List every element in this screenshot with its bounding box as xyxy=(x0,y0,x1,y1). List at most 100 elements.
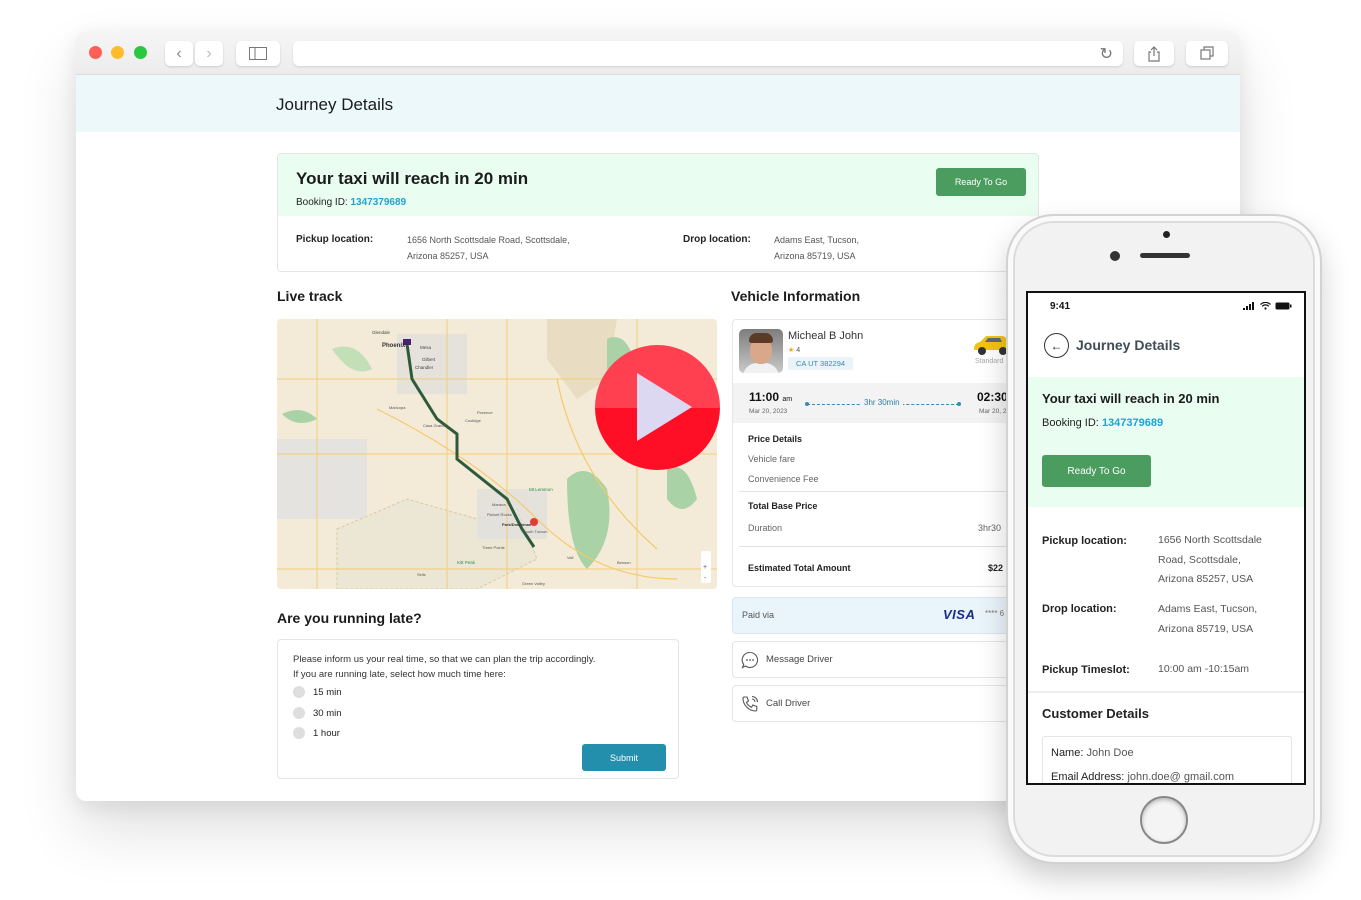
phone-mockup: 9:41 ← Journey Details Your taxi will re… xyxy=(1006,214,1322,864)
booking-label: Booking ID: xyxy=(1042,417,1099,429)
close-window-button[interactable] xyxy=(89,46,102,59)
map-label: Phoenix xyxy=(382,343,406,349)
back-button[interactable]: ‹ xyxy=(165,41,193,66)
pickup-line-1: 1656 North Scottsdale Road, Scottsdale, xyxy=(407,235,570,245)
play-video-button[interactable] xyxy=(595,345,720,470)
arrow-left-icon: ← xyxy=(1050,338,1063,353)
visa-logo-icon: VISA xyxy=(943,607,976,622)
pickup-line-2: Arizona 85257, USA xyxy=(407,251,489,261)
ready-to-go-button[interactable]: Ready To Go xyxy=(936,168,1026,196)
estimated-total-value: $22 xyxy=(988,563,1004,573)
map-label: Mesa xyxy=(420,345,432,350)
radio-button[interactable] xyxy=(293,686,305,698)
map-label: Marana xyxy=(492,502,506,507)
mobile-pickup-value: 1656 North Scottsdale Road, Scottsdale, … xyxy=(1158,531,1262,590)
stage: ‹ › ↻ Journey Details Your taxi will rea… xyxy=(0,0,1361,900)
page-header: Journey Details xyxy=(76,75,1240,132)
eta-heading: Your taxi will reach in 20 min xyxy=(296,169,529,188)
late-option-15-min[interactable]: 15 min xyxy=(293,686,342,698)
booking-id: 1347379689 xyxy=(1101,417,1164,429)
divider xyxy=(739,546,1029,547)
booking-label: Booking ID: xyxy=(296,197,348,208)
paid-via-label: Paid via xyxy=(742,610,775,620)
mobile-status-banner: Your taxi will reach in 20 min Booking I… xyxy=(1028,377,1304,507)
status-card: Your taxi will reach in 20 min Booking I… xyxy=(277,153,1039,272)
sidebar-icon xyxy=(249,47,267,60)
map-label: Kitt Peak xyxy=(457,560,476,565)
share-icon xyxy=(1148,45,1160,62)
avatar-shirt xyxy=(743,363,779,373)
call-driver-button[interactable]: Call Driver xyxy=(732,685,1032,722)
booking-info: Booking ID: 1347379689 xyxy=(296,197,406,208)
tabs-overview-button[interactable] xyxy=(1186,41,1228,66)
license-plate: CA UT 382294 xyxy=(788,357,854,370)
vehicle-fare-label: Vehicle fare xyxy=(748,454,796,464)
start-time-value: 11:00 xyxy=(749,390,780,404)
message-driver-button[interactable]: Message Driver xyxy=(732,641,1032,678)
pickup-line-3: Arizona 85257, USA xyxy=(1158,573,1254,585)
duration-label: Duration xyxy=(748,523,783,533)
tabs-icon xyxy=(1199,46,1214,60)
mobile-ready-to-go-button[interactable]: Ready To Go xyxy=(1042,455,1151,487)
vehicle-type: Standard xyxy=(975,358,1004,365)
address-bar[interactable]: ↻ xyxy=(293,41,1123,66)
divider xyxy=(1028,691,1304,693)
payment-method: Paid via VISA **** 6 xyxy=(732,597,1032,634)
driver-avatar xyxy=(739,329,783,373)
mobile-pickup-label: Pickup location: xyxy=(1042,535,1127,547)
map-label: Vail xyxy=(567,555,573,560)
map-label: Mt Lemmon xyxy=(529,487,553,492)
play-icon xyxy=(637,373,692,441)
reload-icon[interactable]: ↻ xyxy=(1100,44,1113,64)
maximize-window-button[interactable] xyxy=(134,46,147,59)
phone-camera xyxy=(1110,251,1120,261)
sidebar-toggle-button[interactable] xyxy=(236,41,280,66)
radio-button[interactable] xyxy=(293,707,305,719)
chevron-right-icon: › xyxy=(206,44,212,62)
late-option-30-min[interactable]: 30 min xyxy=(293,707,342,719)
map-label: Three Points xyxy=(482,545,505,550)
share-button[interactable] xyxy=(1134,41,1174,66)
drop-value: Adams East, Tucson, Arizona 85719, USA xyxy=(774,232,859,264)
drop-line-1: Adams East, Tucson, xyxy=(774,235,860,245)
start-time: 11:00 am xyxy=(749,390,792,404)
mobile-timeslot-label: Pickup Timeslot: xyxy=(1042,664,1130,676)
back-button[interactable]: ← xyxy=(1044,333,1069,358)
vehicle-info-card: Micheal B John ★ 4 CA UT 382294 Standard… xyxy=(732,319,1032,587)
mobile-drop-label: Drop location: xyxy=(1042,603,1117,615)
trip-timeline: 11:00 am Mar 20, 2023 3hr 30min 02:30 Ma… xyxy=(733,383,1031,423)
status-banner: Your taxi will reach in 20 min Booking I… xyxy=(278,154,1038,216)
map-label: South Tucson xyxy=(523,529,547,534)
radio-button[interactable] xyxy=(293,727,305,739)
instruction-line-2: If you are running late, select how much… xyxy=(293,669,506,680)
call-driver-label: Call Driver xyxy=(766,698,811,709)
phone-call-icon xyxy=(742,695,759,712)
zoom-in-icon[interactable]: + xyxy=(703,564,707,571)
booking-id: 1347379689 xyxy=(350,197,407,208)
drop-line-2: Arizona 85719, USA xyxy=(1158,622,1254,635)
estimated-total-label: Estimated Total Amount xyxy=(748,563,851,573)
minimize-window-button[interactable] xyxy=(111,46,124,59)
option-label: 15 min xyxy=(313,686,342,698)
rating-value: 4 xyxy=(796,347,801,354)
map-label: Maricopa xyxy=(389,405,406,410)
total-base-price-label: Total Base Price xyxy=(748,501,818,511)
name-value: John Doe xyxy=(1086,747,1134,759)
vehicle-info-title: Vehicle Information xyxy=(731,288,861,304)
chat-bubble-icon xyxy=(741,651,759,669)
map-label: Sells xyxy=(417,572,426,577)
status-bar-time: 9:41 xyxy=(1050,301,1071,312)
driver-name: Micheal B John xyxy=(788,330,864,342)
avatar-hair xyxy=(749,333,773,343)
running-late-card: Please inform us your real time, so that… xyxy=(277,639,679,779)
forward-button[interactable]: › xyxy=(195,41,223,66)
late-option-1-hour[interactable]: 1 hour xyxy=(293,727,340,739)
phone-sensor xyxy=(1163,231,1170,238)
trip-duration: 3hr 30min xyxy=(861,398,903,407)
map-label: Green Valley xyxy=(522,581,545,586)
home-button[interactable] xyxy=(1140,796,1188,844)
map-label: Chandler xyxy=(415,365,434,370)
submit-button[interactable]: Submit xyxy=(582,744,666,771)
pickup-label: Pickup location: xyxy=(296,234,374,245)
name-label: Name: xyxy=(1051,747,1084,759)
